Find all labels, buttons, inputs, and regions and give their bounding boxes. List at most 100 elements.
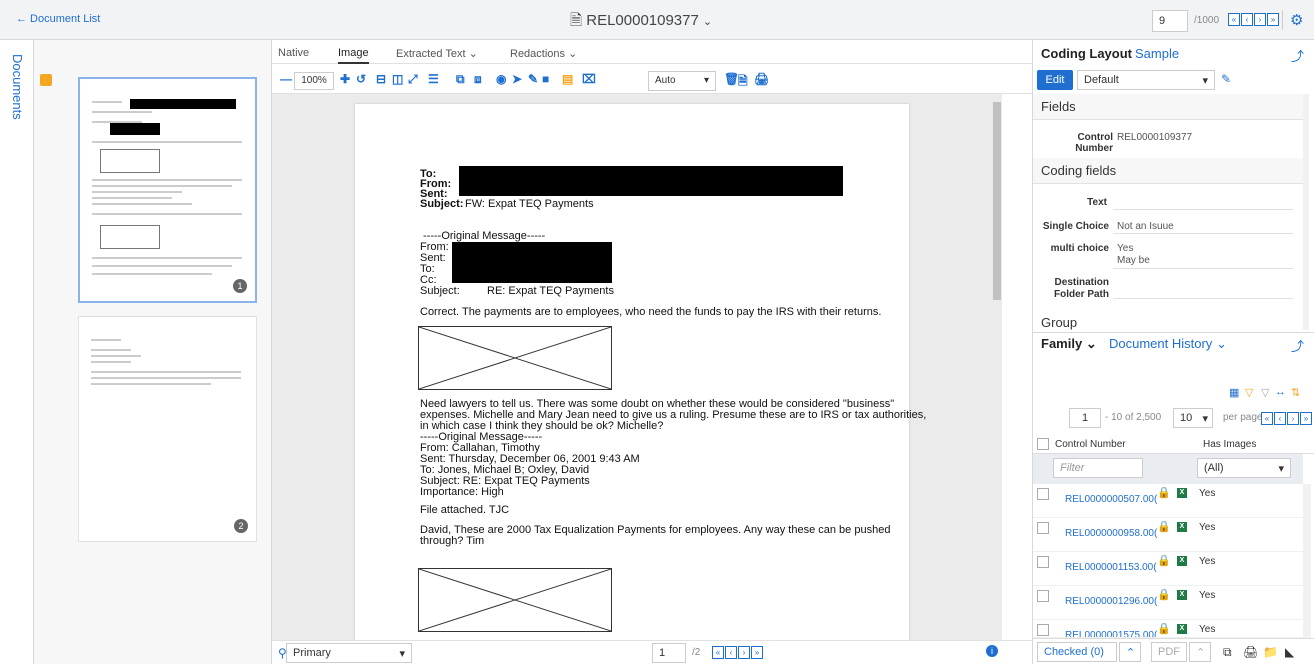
last-page-button[interactable]: » [751, 646, 763, 659]
destination-input[interactable] [1113, 298, 1293, 299]
clear-filter-icon[interactable]: ▽ [1261, 386, 1269, 399]
table-row[interactable]: REL0000001153.00( 🔒 X Yes [1033, 552, 1303, 586]
layout-select[interactable]: Default ▾ [1077, 70, 1215, 90]
fit-width-icon[interactable]: ⊟ [376, 72, 386, 86]
table-row[interactable]: REL0000001296.00( 🔒 X Yes [1033, 586, 1303, 620]
next-document-button[interactable]: › [1254, 13, 1266, 26]
column-control-number[interactable]: Control Number [1055, 439, 1126, 450]
fit-page-icon[interactable]: ◫ [392, 72, 403, 86]
column-has-images[interactable]: Has Images [1203, 439, 1256, 450]
row-checkbox[interactable] [1037, 590, 1049, 602]
last-page-button[interactable]: » [1300, 412, 1312, 425]
tab-family[interactable]: Family ⌄ [1041, 336, 1097, 352]
pin-icon[interactable]: ⤴ [1291, 336, 1304, 355]
document-page: To: From: Sent: Subject: FW: Expat TEQ P… [355, 104, 926, 640]
document-title[interactable]: 🗎 REL0000109377 ⌄ [570, 10, 712, 35]
pencil-icon[interactable]: ✎ [1221, 72, 1231, 86]
rotate-icon[interactable]: ↺ [356, 72, 366, 86]
multi-choice-value[interactable]: May be [1117, 255, 1150, 266]
next-page-button[interactable]: › [738, 646, 750, 659]
previous-page-button[interactable]: ‹ [725, 646, 737, 659]
chevron-up-icon[interactable]: ⌃ [1189, 642, 1211, 662]
fit-mode-select[interactable]: Auto ▾ [648, 71, 716, 91]
family-page-input[interactable]: 1 [1069, 408, 1101, 428]
text-input[interactable] [1113, 209, 1293, 210]
pin-icon[interactable]: ⤴ [1291, 46, 1304, 65]
delete-icon[interactable]: 🗑 [724, 72, 739, 86]
document-list-link[interactable]: ← Document List [16, 13, 100, 25]
table-row[interactable]: REL0000000507.00( 🔒 X Yes [1033, 484, 1303, 518]
row-checkbox[interactable] [1037, 556, 1049, 568]
select-region-icon[interactable]: ⌧ [582, 72, 596, 86]
print-icon[interactable]: 🖨 [1243, 645, 1258, 659]
tab-native[interactable]: Native [278, 47, 309, 59]
zoom-in-icon[interactable]: ✚ [340, 72, 350, 86]
row-checkbox[interactable] [1037, 488, 1049, 500]
coding-scrollbar[interactable] [1303, 94, 1309, 330]
control-number-filter[interactable]: Filter [1053, 458, 1143, 478]
select-all-checkbox[interactable] [1037, 438, 1049, 450]
export-icon[interactable]: 🗎 [738, 72, 748, 93]
pdf-button[interactable]: PDF [1151, 642, 1187, 662]
print-icon[interactable]: 🖨 [754, 72, 769, 86]
previous-document-button[interactable]: ‹ [1241, 13, 1253, 26]
sort-icon[interactable]: ⇅ [1291, 386, 1300, 399]
last-document-button[interactable]: » [1267, 13, 1279, 26]
fullscreen-icon[interactable]: ⤢ [408, 72, 418, 87]
checked-button[interactable]: Checked (0) [1037, 642, 1117, 662]
copy-icon[interactable]: ⧉ [456, 72, 465, 87]
paste-icon[interactable]: ⧈ [474, 72, 482, 87]
columns-icon[interactable]: ▦ [1229, 386, 1239, 399]
first-page-button[interactable]: « [712, 646, 724, 659]
eye-icon[interactable]: ◉ [496, 72, 506, 86]
tab-extracted-text[interactable]: Extracted Text ⌄ [396, 47, 478, 60]
control-number-link[interactable]: REL0000000958.00( [1065, 528, 1157, 539]
gear-icon[interactable]: ⚙ [1290, 11, 1303, 29]
zoom-level[interactable]: 100% [294, 72, 334, 90]
tab-document-history[interactable]: Document History ⌄ [1109, 336, 1227, 352]
edit-button[interactable]: Edit [1037, 70, 1073, 90]
folder-icon[interactable]: 📁 [1263, 645, 1278, 659]
tab-redactions[interactable]: Redactions ⌄ [510, 47, 577, 60]
highlight-icon[interactable]: ☰ [428, 72, 439, 86]
box-redaction-icon[interactable]: ■ [542, 72, 549, 86]
filter-icon[interactable]: ▽ [1245, 386, 1253, 399]
first-document-button[interactable]: « [1228, 13, 1240, 26]
multi-choice-value[interactable]: Yes [1117, 243, 1133, 254]
control-number-link[interactable]: REL0000000507.00( [1065, 494, 1157, 505]
previous-page-button[interactable]: ‹ [1274, 412, 1286, 425]
first-page-button[interactable]: « [1261, 412, 1273, 425]
markup-set-select[interactable]: Primary ▾ [286, 643, 412, 663]
highlight-color-icon[interactable]: ▤ [562, 72, 573, 86]
document-number-input[interactable]: 9 [1152, 10, 1188, 32]
thumbnail-page-2[interactable]: 2 [78, 316, 257, 542]
info-icon[interactable]: i [986, 645, 998, 657]
per-page-select[interactable]: 10 ▾ [1173, 408, 1213, 428]
row-checkbox[interactable] [1037, 624, 1049, 636]
table-row[interactable]: REL0000001575.00( 🔒 X Yes [1033, 620, 1303, 638]
single-choice-value[interactable]: Not an Isuue [1117, 221, 1174, 232]
zoom-out-icon[interactable]: — [280, 72, 292, 86]
tab-image[interactable]: Image [338, 47, 369, 64]
table-row[interactable]: REL0000000958.00( 🔒 X Yes [1033, 518, 1303, 552]
control-number-link[interactable]: REL0000001296.00( [1065, 596, 1157, 607]
control-number-link[interactable]: REL0000001153.00( [1065, 562, 1157, 573]
copy-icon[interactable]: ⧉ [1223, 645, 1232, 660]
stack-icon[interactable]: ◣ [1285, 645, 1294, 659]
next-page-button[interactable]: › [1287, 412, 1299, 425]
thumbnail-page-1[interactable]: 1 [78, 77, 257, 303]
chevron-up-icon[interactable]: ⌃ [1119, 642, 1141, 662]
scrollbar-thumb[interactable] [993, 102, 1001, 300]
pen-icon[interactable]: ✎ [528, 72, 538, 86]
tab-coding-layout[interactable]: Coding Layout [1041, 46, 1132, 61]
row-checkbox[interactable] [1037, 522, 1049, 534]
fit-columns-icon[interactable]: ↔ [1275, 386, 1286, 398]
documents-tab[interactable]: Documents [10, 54, 25, 120]
has-images-filter[interactable]: (All) ▾ [1197, 458, 1291, 478]
control-number-link[interactable]: REL0000001575.00( [1065, 630, 1157, 637]
image-icon[interactable] [40, 74, 52, 86]
page-number-input[interactable]: 1 [652, 643, 686, 663]
family-scrollbar[interactable] [1303, 484, 1311, 638]
pointer-icon[interactable]: ➤ [512, 72, 522, 86]
tab-sample[interactable]: Sample [1135, 46, 1179, 61]
